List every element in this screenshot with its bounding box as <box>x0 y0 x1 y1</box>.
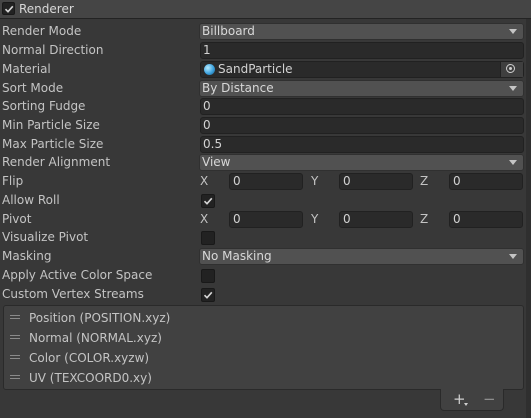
sorting-fudge-row: Sorting Fudge 0 <box>0 97 531 116</box>
remove-stream-button[interactable]: − <box>483 391 497 407</box>
allow-roll-row: Allow Roll <box>0 191 531 210</box>
stream-label: Normal (NORMAL.xyz) <box>29 331 162 345</box>
visualize-pivot-checkbox[interactable] <box>201 231 215 245</box>
pivot-z-label: Z <box>420 212 429 226</box>
vertex-streams-list: Position (POSITION.xyz) Normal (NORMAL.x… <box>3 305 524 390</box>
normal-direction-field[interactable]: 1 <box>200 42 524 59</box>
max-particle-size-row: Max Particle Size 0.5 <box>0 135 531 154</box>
drag-handle-icon[interactable] <box>10 375 20 381</box>
sort-mode-value: By Distance <box>202 81 274 95</box>
drag-handle-icon[interactable] <box>10 335 20 341</box>
sphere-material-icon <box>204 64 215 75</box>
sort-mode-label: Sort Mode <box>2 81 64 95</box>
pivot-y-field[interactable]: 0 <box>339 211 413 228</box>
dropdown-arrow-icon <box>509 29 517 34</box>
list-item[interactable]: Color (COLOR.xyzw) <box>4 348 523 368</box>
list-footer: + − <box>440 389 504 411</box>
stream-label: UV (TEXCOORD0.xy) <box>29 371 152 385</box>
allow-roll-checkbox[interactable] <box>201 194 215 208</box>
add-stream-button[interactable]: + <box>453 391 473 407</box>
stream-label: Color (COLOR.xyzw) <box>29 351 150 365</box>
inspector-scrollbar[interactable] <box>526 19 531 418</box>
render-alignment-row: Render Alignment View <box>0 153 531 172</box>
render-alignment-label: Render Alignment <box>2 155 111 169</box>
normal-direction-label: Normal Direction <box>2 43 104 57</box>
min-particle-size-field[interactable]: 0 <box>200 117 524 134</box>
renderer-enabled-checkbox[interactable] <box>2 2 15 15</box>
allow-roll-label: Allow Roll <box>2 193 60 207</box>
flip-row: Flip X 0 Y 0 Z 0 <box>0 172 531 191</box>
apply-active-color-space-label: Apply Active Color Space <box>2 268 153 282</box>
render-mode-label: Render Mode <box>2 24 82 38</box>
max-particle-size-label: Max Particle Size <box>2 137 104 151</box>
dropdown-arrow-icon <box>509 254 517 259</box>
visualize-pivot-row: Visualize Pivot <box>0 228 531 247</box>
dropdown-arrow-icon <box>509 86 517 91</box>
drag-handle-icon[interactable] <box>10 355 20 361</box>
flip-label: Flip <box>2 174 24 188</box>
list-item[interactable]: Position (POSITION.xyz) <box>4 308 523 328</box>
module-title: Renderer <box>19 2 74 16</box>
flip-z-field[interactable]: 0 <box>449 173 523 190</box>
material-label: Material <box>2 62 51 76</box>
custom-vertex-streams-label: Custom Vertex Streams <box>2 287 144 301</box>
sort-mode-row: Sort Mode By Distance <box>0 79 531 98</box>
pivot-row: Pivot X 0 Y 0 Z 0 <box>0 210 531 229</box>
material-name: SandParticle <box>218 62 293 76</box>
material-object-field[interactable]: SandParticle <box>200 61 524 78</box>
custom-vertex-streams-checkbox[interactable] <box>201 288 215 302</box>
flip-x-field[interactable]: 0 <box>229 173 303 190</box>
apply-active-color-space-checkbox[interactable] <box>201 269 215 283</box>
min-particle-size-row: Min Particle Size 0 <box>0 116 531 135</box>
pivot-x-label: X <box>200 212 209 226</box>
masking-label: Masking <box>2 249 52 263</box>
stream-label: Position (POSITION.xyz) <box>29 311 171 325</box>
object-picker-icon <box>506 64 515 73</box>
dropdown-caret-icon <box>464 403 468 406</box>
pivot-z-field[interactable]: 0 <box>449 211 523 228</box>
max-particle-size-field[interactable]: 0.5 <box>200 136 524 153</box>
pivot-y-label: Y <box>311 212 319 226</box>
pivot-label: Pivot <box>2 212 32 226</box>
flip-x-label: X <box>200 174 209 188</box>
sorting-fudge-label: Sorting Fudge <box>2 99 86 113</box>
render-mode-row: Render Mode Billboard <box>0 22 531 41</box>
flip-y-field[interactable]: 0 <box>339 173 413 190</box>
render-alignment-value: View <box>202 155 231 169</box>
sort-mode-dropdown[interactable]: By Distance <box>199 80 524 97</box>
drag-handle-icon[interactable] <box>10 315 20 321</box>
material-row: Material SandParticle <box>0 60 531 79</box>
custom-vertex-streams-row: Custom Vertex Streams <box>0 285 531 304</box>
visualize-pivot-label: Visualize Pivot <box>2 230 89 244</box>
min-particle-size-label: Min Particle Size <box>2 118 100 132</box>
pivot-x-field[interactable]: 0 <box>229 211 303 228</box>
render-alignment-dropdown[interactable]: View <box>199 154 524 171</box>
masking-dropdown[interactable]: No Masking <box>199 248 524 265</box>
object-picker-button[interactable] <box>500 62 523 77</box>
render-mode-value: Billboard <box>202 24 255 38</box>
masking-value: No Masking <box>202 249 272 263</box>
flip-z-label: Z <box>420 174 429 188</box>
apply-active-color-space-row: Apply Active Color Space <box>0 266 531 285</box>
render-mode-dropdown[interactable]: Billboard <box>199 23 524 40</box>
list-item[interactable]: Normal (NORMAL.xyz) <box>4 328 523 348</box>
normal-direction-row: Normal Direction 1 <box>0 41 531 60</box>
sorting-fudge-field[interactable]: 0 <box>200 98 524 115</box>
dropdown-arrow-icon <box>509 160 517 165</box>
list-item[interactable]: UV (TEXCOORD0.xy) <box>4 368 523 388</box>
flip-y-label: Y <box>311 174 319 188</box>
renderer-module-header[interactable]: Renderer <box>0 0 531 19</box>
masking-row: Masking No Masking <box>0 247 531 266</box>
